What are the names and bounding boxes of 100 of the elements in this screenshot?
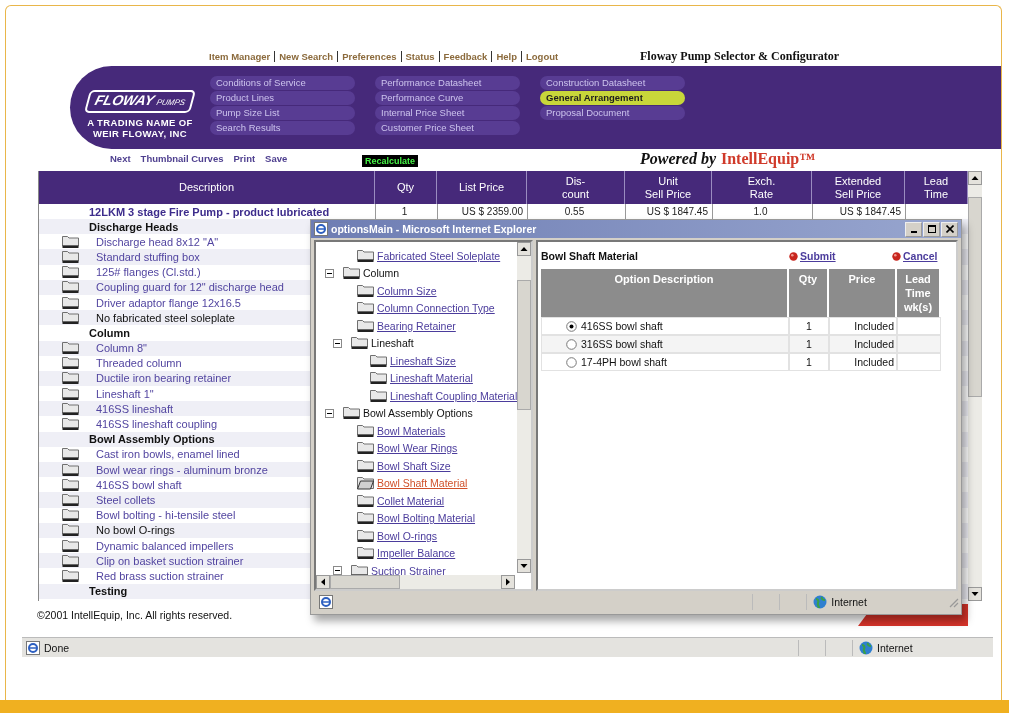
folder-icon (62, 310, 79, 325)
option-item: 125# flanges (Cl.std.) (96, 266, 201, 279)
recalculate-button[interactable]: Recalculate (362, 154, 419, 167)
toolbar-link[interactable]: Print (233, 153, 256, 164)
folder-icon (62, 553, 79, 568)
folder-icon (370, 353, 387, 368)
scroll-thumb[interactable] (330, 575, 400, 589)
copyright-text: ©2001 IntellEquip, Inc. All rights reserved. (37, 609, 233, 621)
option-item: Dynamic balanced impellers (96, 539, 234, 552)
scrollbar[interactable] (316, 575, 515, 589)
menu-link[interactable]: Internal Price Sheet (375, 106, 520, 120)
radio-button[interactable] (566, 320, 577, 332)
toolbar-link[interactable]: Thumbnail Curves (140, 153, 224, 164)
tree-group-label[interactable]: Lineshaft (371, 337, 414, 350)
menu-link[interactable]: Proposal Document (540, 106, 685, 120)
toolbar-link[interactable]: Save (265, 153, 288, 164)
submit-link[interactable]: Submit (789, 250, 892, 262)
tree-link[interactable]: Collet Material (377, 494, 445, 507)
tree-link[interactable]: Lineshaft Material (390, 372, 473, 385)
nav-link[interactable]: Preferences (337, 51, 401, 62)
page-icon (26, 640, 40, 655)
collapse-icon[interactable] (333, 566, 342, 576)
nav-link[interactable]: Item Manager (205, 51, 275, 62)
nav-link[interactable]: Logout (521, 51, 563, 62)
folder-icon (62, 508, 79, 523)
column-header: Option Description (541, 269, 789, 317)
tree-link[interactable]: Column Connection Type (377, 302, 495, 315)
empty-cell (897, 353, 941, 371)
collapse-icon[interactable] (325, 408, 334, 418)
folder-icon (370, 388, 387, 403)
minimize-icon (910, 231, 917, 233)
column-header: Unit Sell Price (625, 171, 712, 204)
column-header: List Price (437, 171, 527, 204)
scroll-thumb[interactable] (517, 280, 531, 410)
option-item: Threaded column (96, 357, 182, 370)
zone-text: Internet (831, 596, 867, 608)
folder-icon (62, 295, 79, 310)
option-item: Bowl wear rings - aluminum bronze (96, 463, 268, 476)
folder-icon (357, 441, 374, 456)
menu-link[interactable]: Performance Curve (375, 91, 520, 105)
radio-button[interactable] (566, 338, 577, 350)
tree-link[interactable]: Bowl Wear Rings (377, 442, 458, 455)
table-cell: Included (829, 317, 897, 335)
nav-link[interactable]: Feedback (438, 51, 492, 62)
menu-link[interactable]: Performance Datasheet (375, 76, 520, 90)
nav-link[interactable]: New Search (274, 51, 338, 62)
menu-link[interactable]: Pump Size List (210, 106, 355, 120)
nav-link[interactable]: Status (400, 51, 439, 62)
tree-link[interactable]: Bowl Shaft Material (377, 477, 468, 490)
scrollbar[interactable] (517, 242, 531, 573)
tree-link[interactable]: Bowl Shaft Size (377, 459, 451, 472)
menu-link[interactable]: Product Lines (210, 91, 355, 105)
tree-link[interactable]: Suction Strainer (371, 564, 446, 577)
folder-icon (62, 356, 79, 371)
collapse-icon[interactable] (325, 268, 334, 278)
tree-link[interactable]: Column Size (377, 284, 437, 297)
folder-icon (62, 538, 79, 553)
tree-link[interactable]: Bearing Retainer (377, 319, 456, 332)
folder-icon (357, 301, 374, 316)
tree-link[interactable]: Lineshaft Size (390, 354, 456, 367)
table-cell: 1 (789, 317, 829, 335)
toolbar-link[interactable]: Next (110, 153, 131, 164)
folder-icon (62, 447, 79, 462)
scroll-thumb[interactable] (968, 197, 982, 397)
menu-link[interactable]: General Arrangement (540, 91, 685, 105)
tree-group-label[interactable]: Bowl Assembly Options (363, 407, 473, 420)
resize-grip-icon[interactable] (947, 596, 959, 608)
menu-link[interactable]: Customer Price Sheet (375, 121, 520, 135)
section-heading: Testing (89, 585, 128, 598)
collapse-icon[interactable] (333, 338, 342, 348)
menu-link[interactable]: Search Results (210, 121, 355, 135)
menu-link[interactable]: Construction Datasheet (540, 76, 685, 90)
folder-icon (62, 234, 79, 249)
folder-icon (351, 563, 368, 578)
option-item: Steel collets (96, 493, 156, 506)
folder-icon (62, 371, 79, 386)
status-text: Done (44, 641, 70, 654)
option-item: No bowl O-rings (96, 524, 175, 537)
folder-icon (357, 511, 374, 526)
tree-link[interactable]: Bowl Materials (377, 424, 446, 437)
menu-link[interactable]: Conditions of Service (210, 76, 355, 90)
tree-link[interactable]: Fabricated Steel Soleplate (377, 249, 501, 262)
tree-group-label[interactable]: Column (363, 267, 400, 280)
tree-link[interactable]: Impeller Balance (377, 547, 456, 560)
option-item: Driver adaptor flange 12x16.5 (96, 296, 241, 309)
radio-button[interactable] (566, 356, 577, 368)
scrollbar[interactable] (968, 171, 982, 601)
folder-icon (62, 386, 79, 401)
maximize-button[interactable] (923, 221, 940, 237)
nav-link[interactable]: Help (491, 51, 521, 62)
tree-link[interactable]: Bowl O-rings (377, 529, 438, 542)
folder-icon (62, 417, 79, 432)
cancel-link[interactable]: Cancel (892, 250, 938, 262)
column-header: Exch. Rate (712, 171, 812, 204)
close-button[interactable] (941, 221, 958, 237)
tree-link[interactable]: Bowl Bolting Material (377, 512, 476, 525)
option-item: Clip on basket suction strainer (96, 554, 244, 567)
tree-link[interactable]: Lineshaft Coupling Material (390, 389, 518, 402)
minimize-button[interactable] (905, 221, 922, 237)
column-header: Dis- count (527, 171, 625, 204)
